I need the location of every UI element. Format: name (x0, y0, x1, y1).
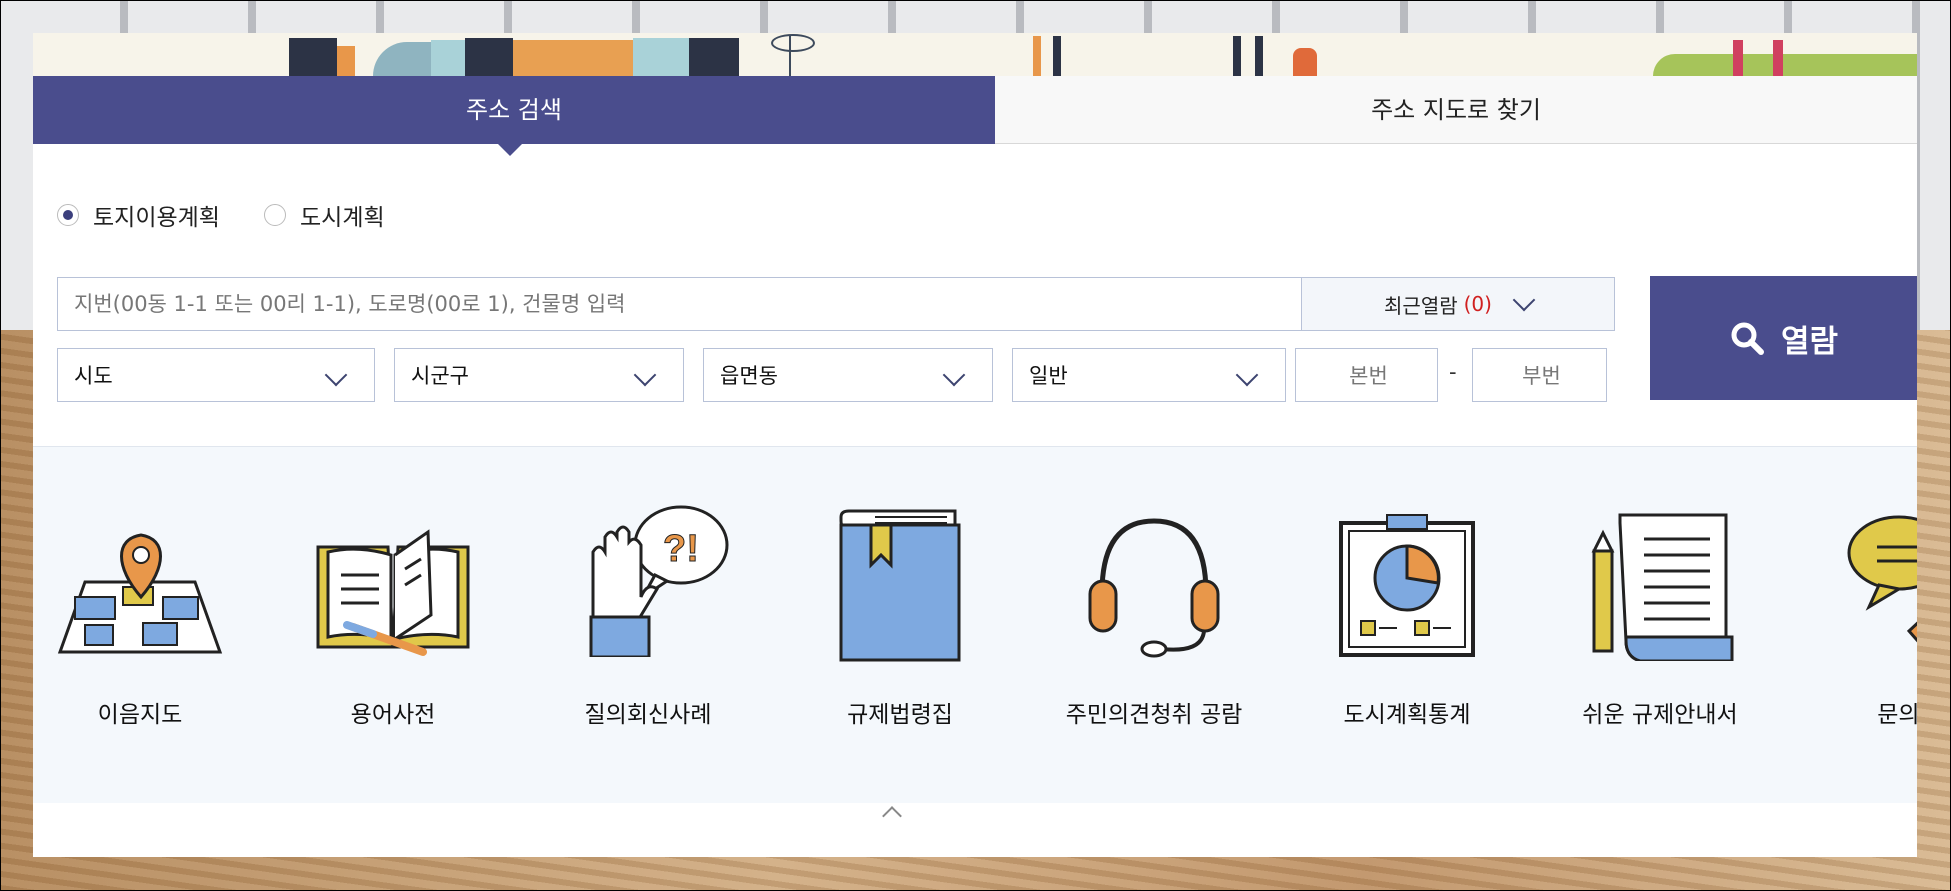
view-button-label: 열람 (1780, 323, 1839, 360)
address-search-box (57, 277, 1302, 331)
sido-select-value: 시도 (74, 364, 113, 388)
eupmyeondong-select-value: 읍면동 (720, 364, 778, 388)
service-label: 용어사전 (350, 702, 436, 728)
radio-label-city-plan: 도시계획 (300, 205, 385, 231)
chevron-down-icon (942, 363, 966, 387)
open-book-icon (316, 529, 470, 656)
service-qa-cases[interactable]: ?! 질의회신사례 (528, 447, 768, 803)
service-label: 규제법령집 (847, 702, 953, 728)
service-glossary[interactable]: 용어사전 (273, 447, 513, 803)
lot-type-select[interactable]: 일반 (1012, 348, 1286, 402)
chevron-down-icon (324, 363, 348, 387)
service-shortcuts: 이음지도 용어사전 ?! 질의회신사례 규제법령집 주민의견청취 공람 도시계획… (33, 446, 1917, 804)
service-label: 도시계획통계 (1343, 702, 1471, 728)
search-icon (1731, 322, 1764, 355)
recent-views-label: 최근열람 (1384, 293, 1458, 318)
radio-city-plan[interactable]: 도시계획 (264, 200, 385, 231)
speech-bubble-phone-icon (1847, 515, 1917, 643)
search-tabs: 주소 검색 주소 지도로 찾기 (33, 76, 1917, 156)
headset-icon (1088, 518, 1220, 658)
service-eum-map[interactable]: 이음지도 (33, 447, 260, 803)
recent-views-dropdown[interactable]: 최근열람 (0) (1302, 277, 1615, 331)
service-public-hearing[interactable]: 주민의견청취 공람 (1034, 447, 1274, 803)
service-label: 문의처 (1877, 702, 1917, 728)
service-regulation-laws[interactable]: 규제법령집 (780, 447, 1020, 803)
tab-address-search[interactable]: 주소 검색 (33, 76, 995, 156)
guide-scroll-icon (1591, 513, 1734, 661)
address-search-input[interactable] (58, 278, 1301, 330)
land-use-search-panel: 주소 검색 주소 지도로 찾기 토지이용계획 도시계획 최근열람 (0) 열람 … (33, 33, 1917, 857)
notice-bar (33, 803, 1917, 857)
service-contact[interactable]: 문의처 (1789, 447, 1917, 803)
eupmyeondong-select[interactable]: 읍면동 (703, 348, 993, 402)
chevron-up-icon[interactable] (882, 806, 902, 826)
service-label: 쉬운 규제안내서 (1582, 702, 1738, 728)
service-easy-regulation-guide[interactable]: 쉬운 규제안내서 (1540, 447, 1780, 803)
radio-label-land-use-plan: 토지이용계획 (93, 205, 220, 231)
radio-button-checked[interactable] (57, 204, 79, 226)
statistics-board-icon (1339, 514, 1475, 657)
sigungu-select-value: 시군구 (411, 364, 469, 388)
chevron-down-icon (1235, 363, 1259, 387)
sigungu-select[interactable]: 시군구 (394, 348, 684, 402)
view-button[interactable]: 열람 (1650, 276, 1917, 400)
main-lot-number-field (1295, 348, 1441, 403)
lot-number-separator: - (1449, 360, 1457, 384)
city-illustration-banner (33, 33, 1917, 76)
service-label: 주민의견청취 공람 (1065, 702, 1243, 728)
service-label: 이음지도 (97, 702, 183, 728)
map-pin-icon (57, 533, 223, 654)
hand-question-icon: ?! (589, 505, 729, 657)
chevron-down-icon (633, 363, 657, 387)
service-label: 질의회신사례 (584, 702, 712, 728)
sub-lot-number-field (1472, 348, 1610, 403)
svg-text:?!: ?! (663, 528, 699, 570)
radio-button-unchecked[interactable] (264, 204, 286, 226)
sub-lot-number-input[interactable] (1473, 349, 1610, 403)
lot-type-select-value: 일반 (1029, 364, 1068, 388)
law-book-icon (839, 509, 961, 662)
sido-select[interactable]: 시도 (57, 348, 375, 402)
recent-views-count: (0) (1463, 292, 1492, 316)
radio-land-use-plan[interactable]: 토지이용계획 (57, 200, 220, 231)
tab-find-on-map[interactable]: 주소 지도로 찾기 (995, 76, 1917, 144)
main-lot-number-input[interactable] (1296, 349, 1441, 403)
chevron-down-icon (1512, 288, 1536, 312)
service-city-plan-statistics[interactable]: 도시계획통계 (1287, 447, 1527, 803)
